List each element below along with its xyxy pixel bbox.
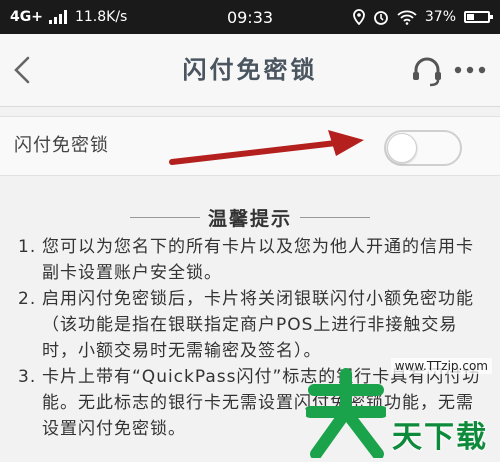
tip-number: 1. <box>18 237 37 257</box>
wifi-icon <box>397 10 417 25</box>
divider-right <box>300 217 370 218</box>
back-arrow-icon[interactable] <box>6 50 42 90</box>
tip-number: 2. <box>18 289 37 309</box>
tips-header: 温馨提示 <box>0 202 500 232</box>
setting-label: 闪付免密锁 <box>14 135 109 156</box>
status-bar: 4G+ 11.8K/s 09:33 37% <box>0 0 500 34</box>
customer-service-icon[interactable] <box>410 54 444 88</box>
more-icon[interactable] <box>452 62 488 78</box>
watermark-logo-icon <box>306 368 386 458</box>
watermark-url: www.TTzip.com <box>390 358 492 374</box>
watermark: www.TTzip.com 天下载 <box>300 350 500 462</box>
alarm-icon <box>373 11 388 25</box>
battery-icon <box>464 11 493 23</box>
tips-title: 温馨提示 <box>207 208 292 230</box>
nav-bar: 闪付免密锁 <box>0 34 500 107</box>
battery-percent: 37% <box>424 9 456 25</box>
toggle-knob <box>387 133 417 163</box>
tip-item: 1. 您可以为您名下的所有卡片以及您为他人开通的信用卡副卡设置账户安全锁。 <box>18 234 490 286</box>
network-type: 4G+ <box>10 9 43 25</box>
signal-icon <box>48 10 67 24</box>
tip-number: 3. <box>18 367 37 387</box>
tip-text: 您可以为您名下的所有卡片以及您为他人开通的信用卡副卡设置账户安全锁。 <box>42 237 474 283</box>
red-arrow-annotation <box>169 130 364 165</box>
quickpass-lock-toggle[interactable] <box>384 130 462 166</box>
watermark-text: 天下载 <box>392 420 488 455</box>
location-icon <box>352 9 365 25</box>
network-speed: 11.8K/s <box>74 9 128 25</box>
